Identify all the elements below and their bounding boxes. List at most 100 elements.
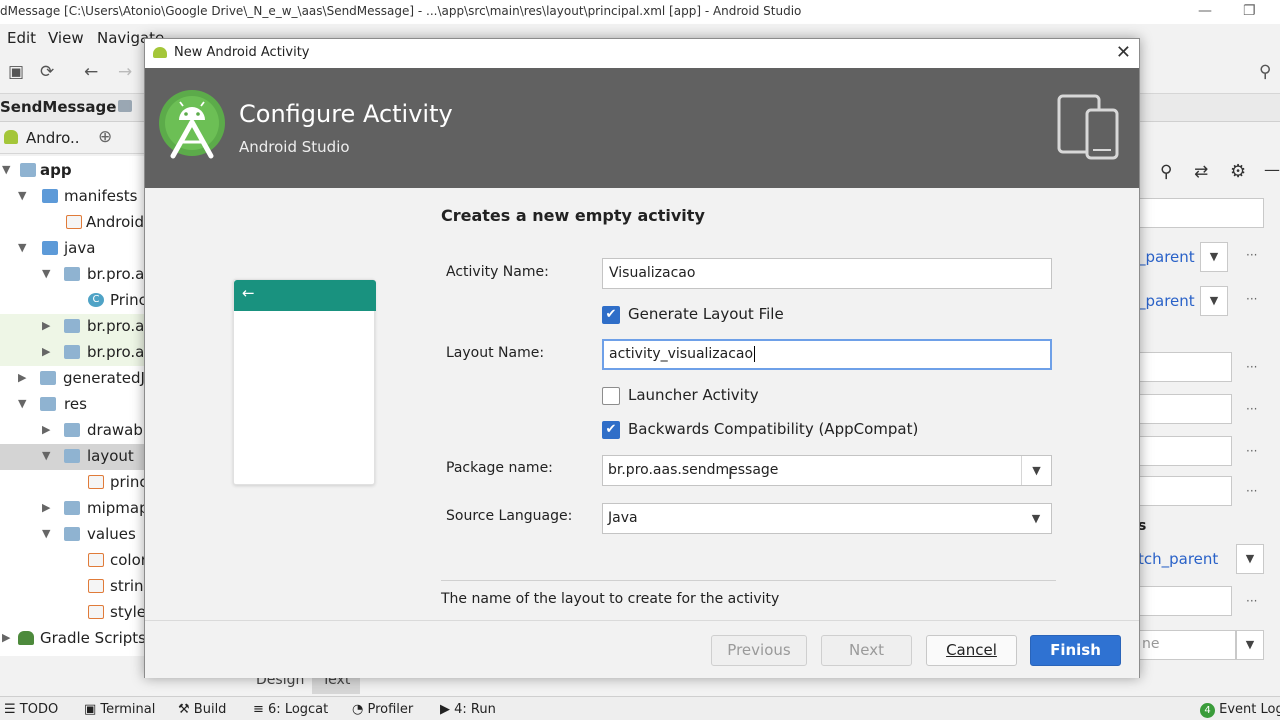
swap-icon[interactable]: ⇄	[1194, 162, 1208, 182]
chevron-down-icon[interactable]: ▼	[1021, 504, 1051, 533]
tree-item-principal-xml[interactable]: princ	[0, 470, 144, 496]
minimize-icon[interactable]: —	[1198, 3, 1212, 19]
dialog-title: New Android Activity	[174, 45, 310, 60]
header-subtitle: Android Studio	[239, 138, 350, 156]
search-icon[interactable]: ⚲	[1259, 62, 1271, 82]
finish-button[interactable]: Finish	[1030, 635, 1121, 666]
menu-edit[interactable]: Edit	[7, 29, 36, 47]
tree-item-drawable[interactable]: ▶ drawabl	[0, 418, 144, 444]
search-icon[interactable]: ⚲	[1160, 162, 1172, 182]
tree-item-java[interactable]: ▼ java	[0, 236, 144, 262]
next-button[interactable]: Next	[821, 635, 912, 666]
checkbox-checked-icon[interactable]: ✔	[602, 421, 620, 439]
chevron-down-icon[interactable]: ▼	[1236, 630, 1264, 660]
chevron-down-icon[interactable]: ▼	[1200, 242, 1228, 272]
attribute-field[interactable]	[1138, 586, 1232, 616]
class-icon: C	[88, 293, 104, 307]
project-view-selector[interactable]: Andro..	[26, 129, 80, 147]
save-icon[interactable]: ▣	[8, 62, 24, 82]
tool-build[interactable]: ⚒ Build	[178, 702, 226, 717]
tree-item-gradle-scripts[interactable]: ▶ Gradle Scripts	[0, 626, 144, 652]
tree-item-mipmap[interactable]: ▶ mipmap	[0, 496, 144, 522]
res-folder-icon	[40, 397, 56, 411]
attribute-value[interactable]: tch_parent	[1138, 550, 1218, 568]
tree-item-styles[interactable]: styles	[0, 600, 144, 626]
breadcrumb[interactable]: SendMessage	[0, 98, 116, 116]
back-arrow-icon: ←	[242, 284, 255, 302]
more-icon[interactable]: ···	[1246, 484, 1257, 498]
minimize-panel-icon[interactable]: —	[1264, 160, 1280, 179]
source-language-select[interactable]: Java ▼	[602, 503, 1052, 534]
tree-item-strings[interactable]: string	[0, 574, 144, 600]
tool-run[interactable]: ▶ 4: Run	[440, 702, 496, 717]
activity-name-field[interactable]: Visualizacao	[602, 258, 1052, 289]
attribute-field[interactable]: ne	[1138, 630, 1236, 660]
project-view-bar: Andro.. ⊕	[0, 122, 144, 154]
tree-item-res[interactable]: ▼ res	[0, 392, 144, 418]
tree-item-colors[interactable]: color	[0, 548, 144, 574]
dialog-body: ← Creates a new empty activity Activity …	[145, 188, 1139, 620]
layout-name-field[interactable]: activity_visualizacao	[602, 339, 1052, 370]
attribute-field[interactable]	[1138, 394, 1232, 424]
tree-item-package-1[interactable]: ▼ br.pro.aa	[0, 262, 144, 288]
attribute-field[interactable]	[1138, 476, 1232, 506]
help-text: The name of the layout to create for the…	[441, 591, 780, 607]
more-icon[interactable]: ···	[1246, 248, 1257, 262]
forward-icon[interactable]: →	[118, 62, 132, 82]
tool-profiler[interactable]: ◔ Profiler	[352, 702, 413, 717]
more-icon[interactable]: ···	[1246, 360, 1257, 374]
tree-item-layout[interactable]: ▼ layout	[0, 444, 144, 470]
tree-item-principal-class[interactable]: C Princ	[0, 288, 144, 314]
package-name-combo[interactable]: br.pro.aas.sendmessage ▼	[602, 455, 1052, 486]
tool-terminal[interactable]: ▣ Terminal	[84, 702, 155, 717]
chevron-down-icon[interactable]: ▼	[1200, 286, 1228, 316]
gear-icon[interactable]: ⚙	[1230, 161, 1246, 182]
more-icon[interactable]: ···	[1246, 292, 1257, 306]
project-tree: ▼ app ▼ manifests Android ▼ java ▼ br.pr…	[0, 156, 144, 656]
attribute-field[interactable]	[1138, 352, 1232, 382]
new-activity-dialog: New Android Activity ✕ Configure Activit…	[144, 38, 1140, 678]
xml-file-icon	[88, 475, 104, 489]
devices-icon	[1057, 94, 1119, 160]
divider	[441, 580, 1056, 581]
restore-icon[interactable]: ❐	[1243, 3, 1256, 19]
tree-item-package-2[interactable]: ▶ br.pro.aa	[0, 314, 144, 340]
more-icon[interactable]: ···	[1246, 594, 1257, 608]
more-icon[interactable]: ···	[1246, 444, 1257, 458]
android-icon	[4, 130, 18, 144]
generated-folder-icon	[40, 371, 56, 385]
tool-event-log[interactable]: 4 Event Log	[1200, 702, 1280, 718]
checkbox-checked-icon[interactable]: ✔	[602, 306, 620, 324]
tree-item-app[interactable]: ▼ app	[0, 158, 144, 184]
tree-item-android-manifest[interactable]: Android	[0, 210, 144, 236]
xml-file-icon	[88, 579, 104, 593]
source-language-label: Source Language:	[446, 508, 573, 524]
previous-button[interactable]: Previous	[711, 635, 807, 666]
chevron-down-icon[interactable]: ▼	[1236, 544, 1264, 574]
tool-logcat[interactable]: ≡ 6: Logcat	[253, 702, 328, 717]
back-icon[interactable]: ←	[84, 62, 98, 82]
menu-view[interactable]: View	[48, 29, 84, 47]
tree-item-manifests[interactable]: ▼ manifests	[0, 184, 144, 210]
cancel-button[interactable]: Cancel	[926, 635, 1017, 666]
chevron-down-icon[interactable]: ▼	[1021, 456, 1051, 485]
attribute-value[interactable]: _parent	[1138, 292, 1195, 310]
close-icon[interactable]: ✕	[1116, 42, 1131, 63]
attribute-field[interactable]	[1138, 436, 1232, 466]
checkbox-unchecked-icon[interactable]	[602, 387, 620, 405]
package-name-label: Package name:	[446, 460, 553, 476]
folder-icon	[64, 423, 80, 437]
module-folder-icon	[20, 163, 36, 177]
gradle-icon	[18, 631, 34, 645]
more-icon[interactable]: ···	[1246, 402, 1257, 416]
sync-icon[interactable]: ⟳	[40, 62, 54, 82]
attribute-value[interactable]: _parent	[1138, 248, 1195, 266]
target-icon[interactable]: ⊕	[98, 127, 112, 147]
dialog-header: Configure Activity Android Studio	[145, 68, 1139, 188]
tree-item-generated-java[interactable]: ▶ generatedJa	[0, 366, 144, 392]
header-title: Configure Activity	[239, 100, 453, 128]
tree-item-package-3[interactable]: ▶ br.pro.aa	[0, 340, 144, 366]
tree-item-values[interactable]: ▼ values	[0, 522, 144, 548]
tool-todo[interactable]: ☰ TODO	[4, 702, 58, 717]
attribute-field[interactable]	[1138, 198, 1264, 228]
